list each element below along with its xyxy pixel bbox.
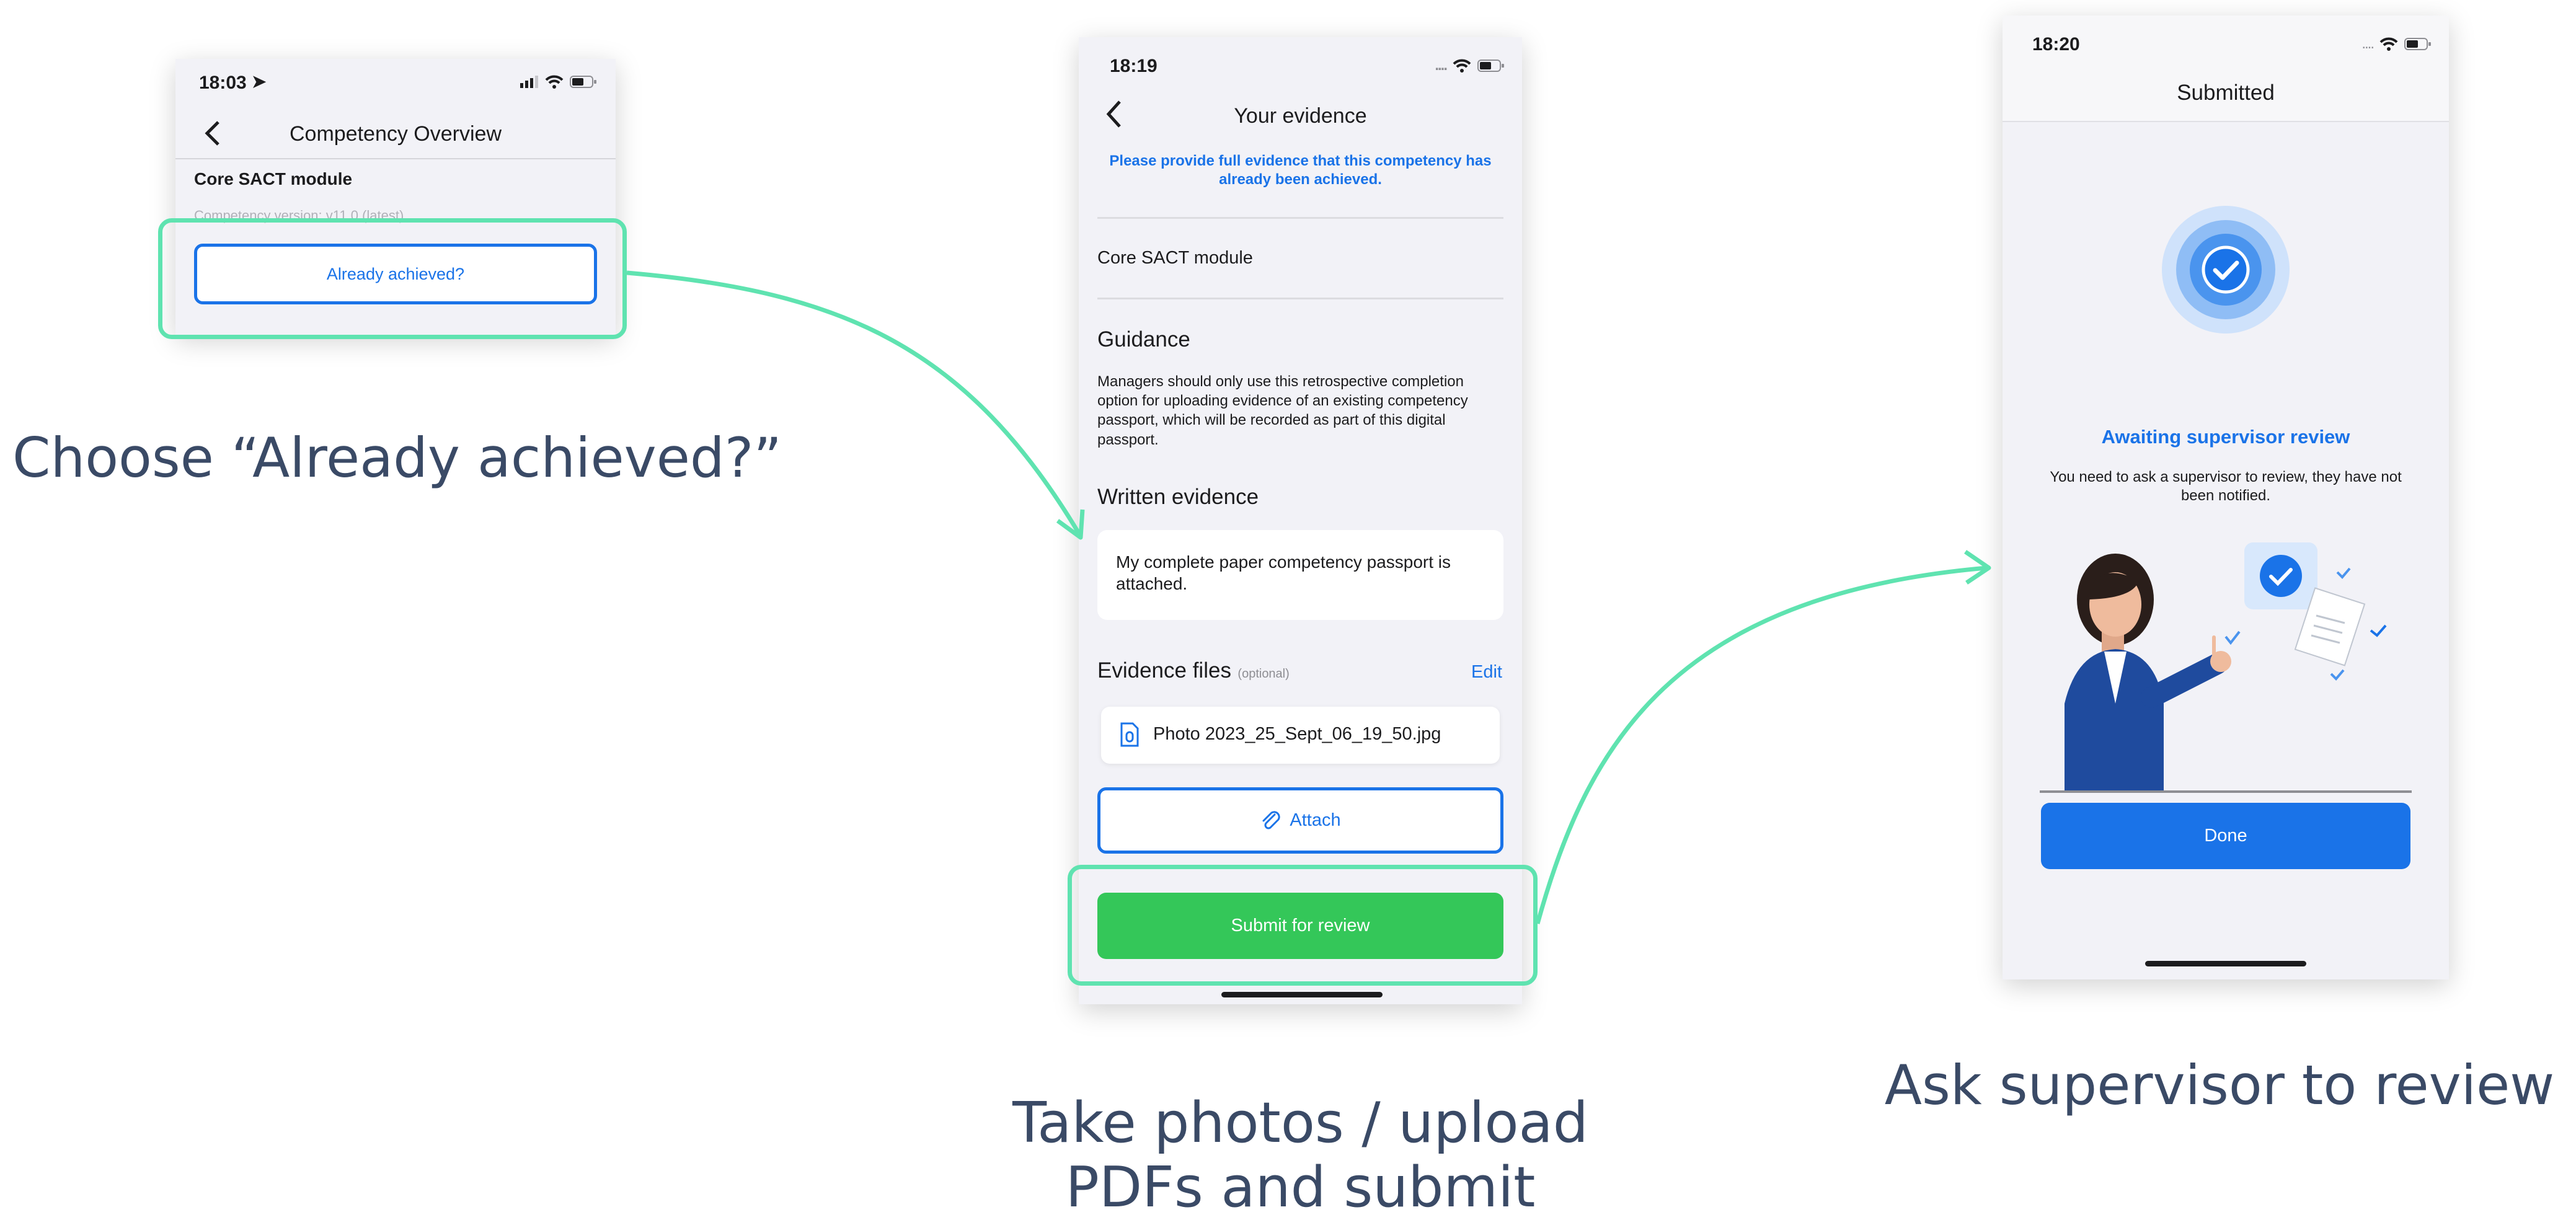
arrow-step2-to-step3	[1535, 565, 1988, 924]
caption-step1: Choose “Already achieved?”	[12, 426, 782, 490]
caption-step2: Take photos / upload PDFs and submit	[1012, 1090, 1588, 1220]
arrow-head-step2	[1056, 509, 1085, 540]
caption-step3: Ask supervisor to review	[1884, 1053, 2555, 1117]
flow-arrows	[626, 270, 1991, 924]
arrow-step1-to-step2	[626, 270, 1081, 534]
